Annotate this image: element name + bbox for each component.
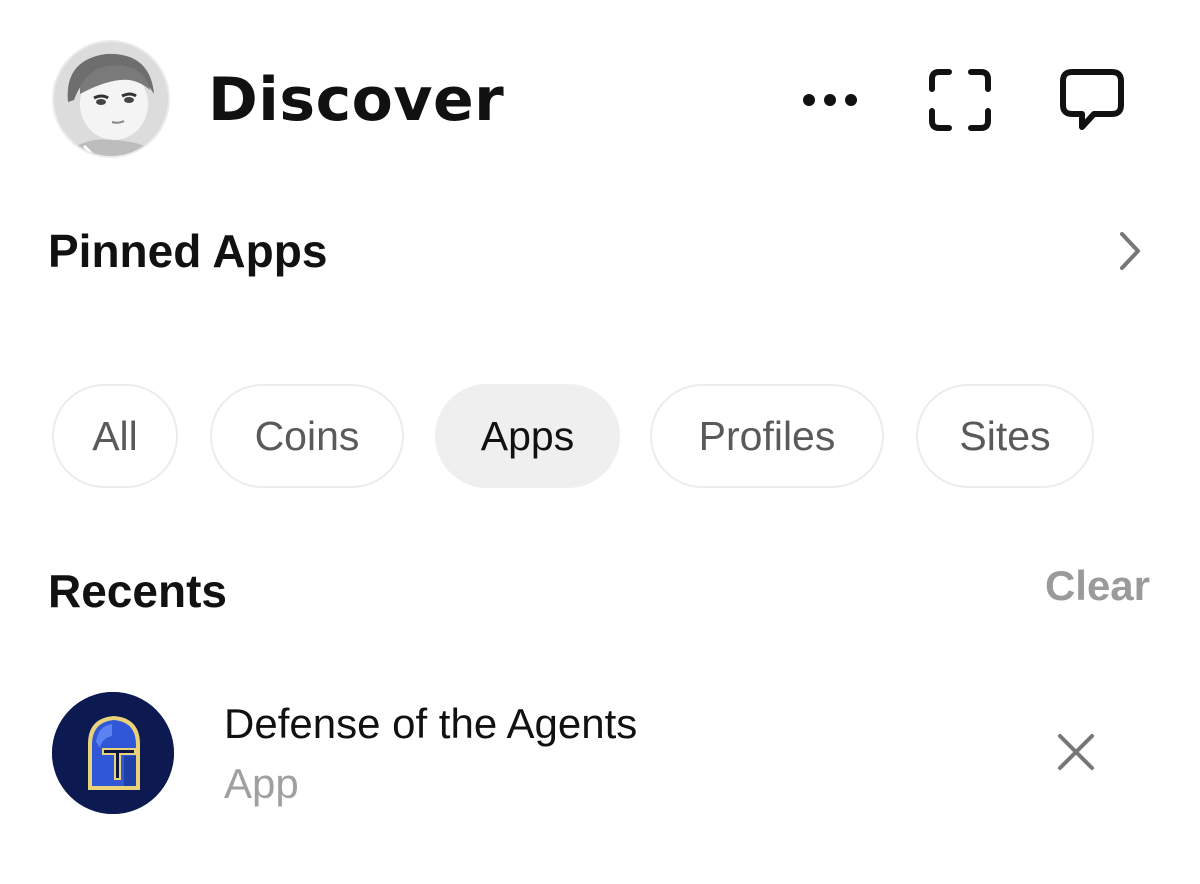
user-avatar[interactable] bbox=[52, 40, 170, 158]
app-name: Defense of the Agents bbox=[224, 700, 638, 747]
chat-bubble-icon bbox=[1060, 69, 1124, 130]
clear-recents-button[interactable]: Clear bbox=[1045, 556, 1150, 616]
avatar-illustration bbox=[54, 42, 168, 156]
more-options-button[interactable] bbox=[794, 64, 866, 136]
close-icon bbox=[1058, 734, 1094, 770]
filter-chip-sites[interactable]: Sites bbox=[916, 384, 1094, 488]
filter-chip-coins[interactable]: Coins bbox=[210, 384, 404, 488]
filter-chip-profiles[interactable]: Profiles bbox=[650, 384, 884, 488]
filter-chip-apps[interactable]: Apps bbox=[435, 384, 620, 488]
recent-item[interactable]: Defense of the Agents App bbox=[52, 690, 1152, 814]
pinned-apps-row[interactable]: Pinned Apps bbox=[48, 216, 1152, 286]
app-type: App bbox=[224, 760, 299, 807]
recents-title: Recents bbox=[48, 565, 227, 617]
remove-recent-button[interactable] bbox=[1050, 726, 1102, 778]
filter-chip-all[interactable]: All bbox=[52, 384, 178, 488]
knight-helmet-icon bbox=[52, 692, 174, 814]
pinned-apps-title: Pinned Apps bbox=[48, 225, 328, 277]
page-title: Discover bbox=[208, 65, 505, 135]
app-icon bbox=[52, 692, 174, 814]
chat-button[interactable] bbox=[1056, 64, 1128, 136]
more-horizontal-icon bbox=[803, 94, 857, 106]
chevron-right-icon bbox=[1120, 232, 1140, 270]
scan-icon bbox=[929, 69, 991, 131]
discover-screen: Discover Pinned Apps All Coins Apps Prof… bbox=[0, 0, 1200, 884]
header: Discover bbox=[0, 0, 1200, 200]
scan-button[interactable] bbox=[924, 64, 996, 136]
